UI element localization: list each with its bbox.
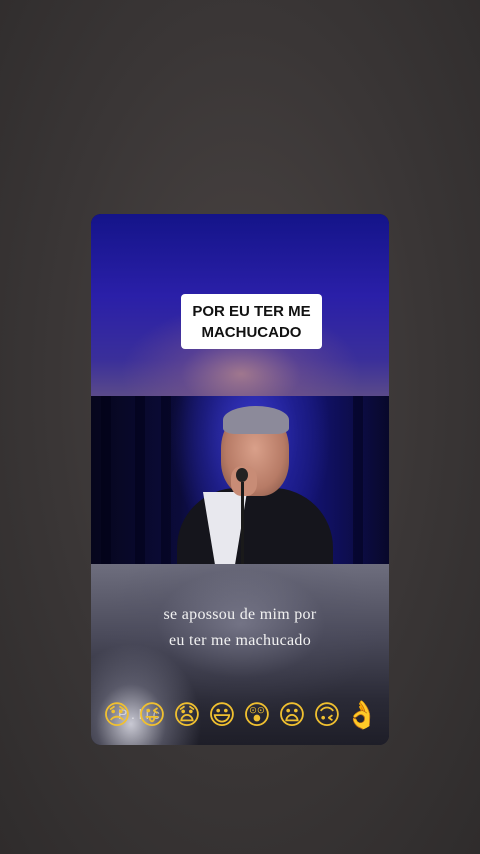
microphone-icon: [236, 468, 248, 482]
singer-hair: [223, 406, 289, 434]
caption-box: POR EU TER ME MACHUCADO: [181, 294, 322, 349]
disappointed-face-icon[interactable]: 😞: [100, 698, 134, 734]
curtain-stripe: [101, 396, 111, 564]
story-card[interactable]: POR EU TER ME MACHUCADO se apossou de mi…: [91, 214, 389, 745]
curtain-stripe: [135, 396, 145, 564]
upside-down-face-icon[interactable]: 🙃: [310, 698, 344, 734]
anguished-face-icon[interactable]: 😧: [170, 698, 204, 734]
curtain-stripe: [353, 396, 363, 564]
caption-text: POR EU TER ME MACHUCADO: [192, 302, 311, 341]
video-frame[interactable]: [91, 396, 389, 564]
blurred-top-background: POR EU TER ME MACHUCADO: [91, 214, 389, 396]
grinning-face-icon[interactable]: 😃: [205, 698, 239, 734]
frowning-face-icon[interactable]: 😦: [275, 698, 309, 734]
curtain-stripe: [161, 396, 171, 564]
ok-hand-icon[interactable]: 👌: [345, 698, 379, 734]
winking-tongue-face-icon[interactable]: 😜: [135, 698, 169, 734]
astonished-face-icon[interactable]: 😲: [240, 698, 274, 734]
singer-jacket: [177, 488, 333, 564]
mic-stand: [241, 482, 244, 564]
lyrics-text: se apossou de mim por eu ter me machucad…: [163, 606, 317, 649]
emoji-sticker-row[interactable]: 😞 😜 😧 😃 😲 😦 🙃 👌: [100, 698, 380, 734]
